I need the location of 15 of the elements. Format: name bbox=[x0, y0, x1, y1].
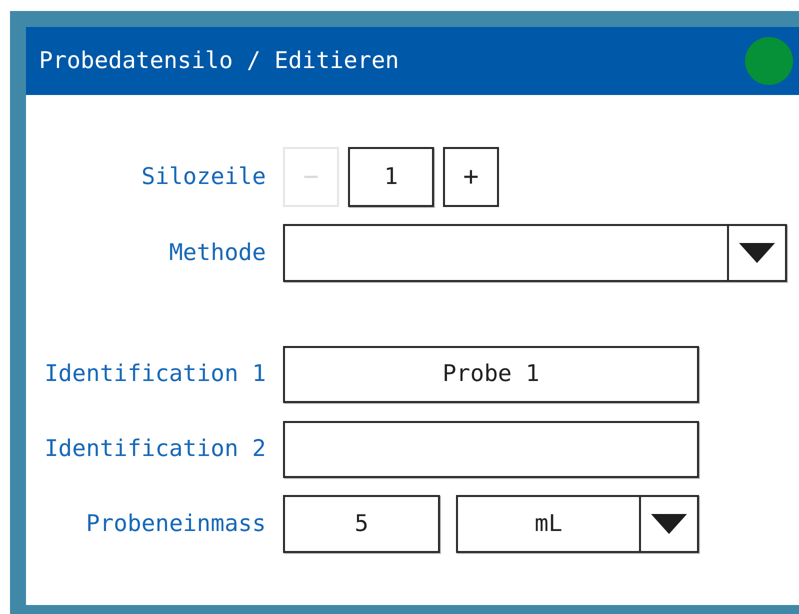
method-dropdown[interactable] bbox=[283, 224, 787, 282]
field-label: Methode bbox=[168, 238, 266, 268]
silo-row-field[interactable]: 1 bbox=[348, 147, 434, 207]
identification-field[interactable]: Probe 1 bbox=[283, 346, 699, 403]
identification-field[interactable] bbox=[283, 421, 699, 478]
window-title: Probedatensilo / Editieren bbox=[39, 46, 400, 76]
unit-dropdown[interactable]: mL bbox=[456, 495, 699, 553]
increment-button[interactable]: + bbox=[443, 147, 499, 207]
field-label: Identification 1 bbox=[43, 360, 266, 390]
field-label: Silozeile bbox=[140, 162, 266, 192]
amount-field[interactable]: 5 bbox=[283, 495, 440, 553]
field-label: Probeneinmass bbox=[84, 510, 266, 539]
dropdown-icon bbox=[739, 243, 775, 263]
dropdown-icon bbox=[651, 514, 687, 534]
field-label: Identification 2 bbox=[43, 435, 266, 464]
